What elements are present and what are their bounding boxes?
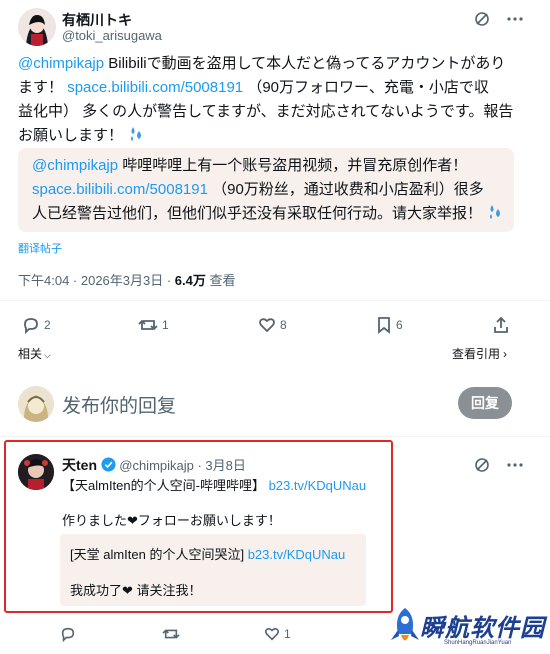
b23-link[interactable]: b23.tv/KDqUNau [248,547,346,562]
reply-action[interactable]: 2 [22,316,51,334]
bookmark-icon [378,317,390,334]
post-text-line: 益化中） 多くの人が警告してますが、まだ対応されてないようです。報告 [18,103,514,120]
grok-icon[interactable] [473,456,491,474]
like-action[interactable]: 1 [264,626,291,642]
share-action[interactable] [492,316,510,334]
post-text-line: （90万フォロワー、充電・小店で収 [247,79,489,96]
divider [0,300,550,301]
repost-count: 1 [162,318,169,332]
post-text-line: お願いします！ [18,127,124,144]
post-text-line: Bilibiliで動画を盗用して本人だと偽ってるアカウントがあり [104,55,506,72]
like-count: 8 [280,318,287,332]
reply-author-name[interactable]: 天ten [62,457,97,473]
reply-author-avatar[interactable] [18,454,54,490]
bookmark-count: 6 [396,318,403,332]
reply-author-line: 天ten @chimpikajp · 3月8日 [62,455,246,475]
author-handle[interactable]: @toki_arisugawa [62,28,162,43]
author-name[interactable]: 有栖川トキ [62,10,132,30]
reply-author-handle[interactable]: @chimpikajp [119,458,194,473]
reply-count: 2 [44,318,51,332]
translation-line: 人已经警告过他们，但他们似乎还没有采取任何行动。请大家举报！ [32,205,483,222]
mention-link[interactable]: @chimpikajp [32,157,118,174]
translation-text: @chimpikajp 哔哩哔哩上有一个账号盗用视频，并冒充原创作者！ spac… [32,154,512,229]
reply-icon [24,318,38,334]
share-icon [494,316,508,333]
repost-icon [162,629,180,639]
heart-icon [264,628,280,641]
mention-link[interactable]: @chimpikajp [18,55,104,72]
heart-icon [259,318,275,333]
views-label: 查看 [205,273,236,288]
reply-translation-line: [天堂 almIten 的个人空间哭泣] b23.tv/KDqUNau [70,544,345,563]
translation-line: （90万粉丝，通过收费和小店盈利）很多 [212,181,484,198]
reply-icon [61,627,75,642]
bookmark-action[interactable]: 6 [376,316,403,334]
sweat-emoji-icon [486,203,504,229]
translate-post-link[interactable]: 翻译帖子 [18,240,62,256]
bilibili-link[interactable]: space.bilibili.com/5008191 [67,79,243,96]
divider [0,436,550,437]
post-text: @chimpikajp Bilibiliで動画を盗用して本人だと偽ってるアカウン… [18,52,533,151]
reply-submit-button[interactable]: 回复 [458,387,512,419]
my-avatar [18,386,54,422]
repost-action[interactable] [162,626,180,642]
view-quotes-label: 查看引用 [452,347,501,361]
like-count: 1 [284,627,291,641]
more-icon[interactable] [505,10,525,28]
reply-input[interactable]: 发布你的回复 [62,391,176,418]
reply-translation-text: [天堂 almIten 的个人空间哭泣] [70,547,248,562]
more-icon[interactable] [505,456,525,474]
repost-icon [138,319,158,331]
reply-text-line: 【天almIten的个人空间-哔哩哔哩】 b23.tv/KDqUNau [62,475,366,494]
chevron-down-icon: ⌵ [44,350,51,360]
watermark-subtitle: ShunHangRuanJianYuan [444,640,512,646]
grok-icon[interactable] [473,10,491,28]
author-avatar[interactable] [18,8,56,46]
bilibili-link[interactable]: space.bilibili.com/5008191 [32,181,208,198]
view-count: 6.4万 [174,273,206,288]
post-meta: 下午4:04 · 2026年3月3日 · 6.4万 查看 [18,270,236,289]
related-label: 相关 [18,347,43,361]
reply-text: 作りました❤︎フォローお願いします！ [62,513,281,528]
watermark-title: 瞬航软件园 [419,613,546,644]
post-text-line: ます！ [18,79,64,96]
reply-date[interactable]: · 3月8日 [194,458,245,473]
rocket-logo-icon [391,608,419,641]
view-quotes-link[interactable]: 查看引用 › [452,345,507,362]
watermark-logo: 瞬航软件园 ShunHangRuanJianYuan [388,604,548,652]
reply-translation-text: 我成功了❤︎ 请关注我！ [70,583,202,598]
post-timestamp[interactable]: 下午4:04 · 2026年3月3日 · [18,273,175,288]
translation-line: 哔哩哔哩上有一个账号盗用视频，并冒充原创作者！ [118,157,468,174]
reply-action[interactable] [60,626,76,642]
related-toggle[interactable]: 相关 ⌵ [18,345,51,362]
b23-link[interactable]: b23.tv/KDqUNau [269,478,367,493]
reply-text: 【天almIten的个人空间-哔哩哔哩】 [62,478,269,493]
chevron-right-icon: › [503,347,508,361]
repost-action[interactable]: 1 [138,316,169,334]
verified-badge-icon [101,457,116,475]
like-action[interactable]: 8 [258,316,287,334]
